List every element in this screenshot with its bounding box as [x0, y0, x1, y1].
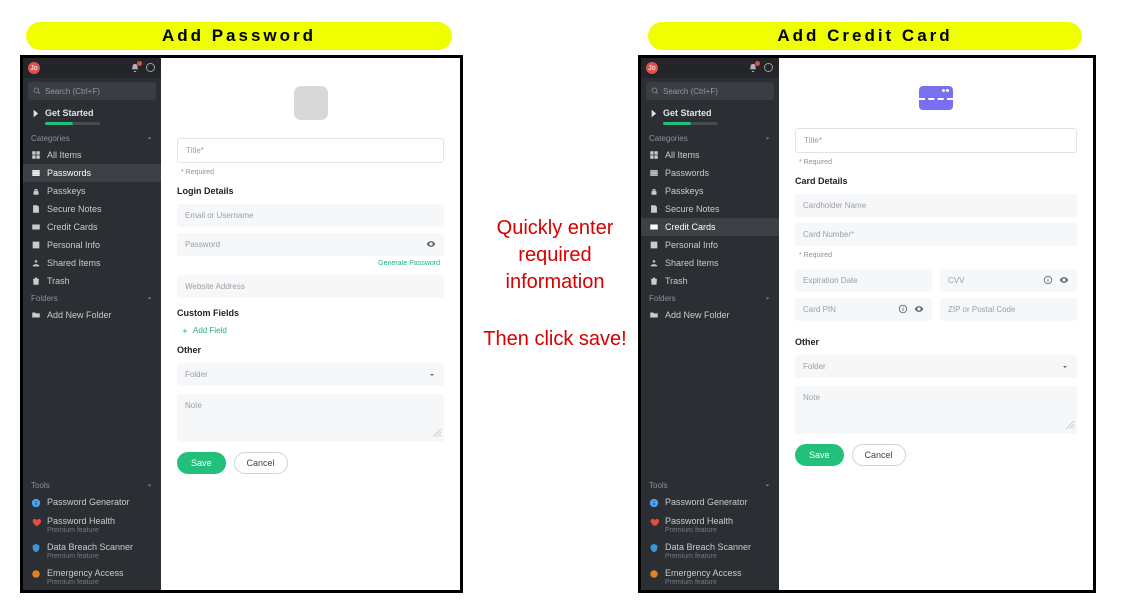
- avatar[interactable]: Jo: [646, 62, 658, 74]
- progress-bar: [663, 122, 718, 125]
- notifications-icon[interactable]: [748, 63, 758, 73]
- password-field[interactable]: Password: [177, 233, 444, 256]
- folders-header[interactable]: Folders: [23, 290, 161, 306]
- tool-emergency[interactable]: Emergency AccessPremium feature: [23, 564, 161, 590]
- tool-password-generator[interactable]: Password Generator: [23, 493, 161, 512]
- title-field[interactable]: Title*: [177, 138, 444, 163]
- tool-password-generator[interactable]: Password Generator: [641, 493, 779, 512]
- panel-title-left: Add Password: [26, 22, 452, 50]
- tool-data-breach[interactable]: Data Breach ScannerPremium feature: [23, 538, 161, 564]
- sidebar-item-shared-items[interactable]: Shared Items: [641, 254, 779, 272]
- sidebar: Jo Search (Ctrl+F) Get Started: [23, 58, 161, 590]
- expiration-field[interactable]: Expiration Date: [795, 269, 932, 292]
- tools-header[interactable]: Tools: [641, 477, 779, 493]
- tool-data-breach[interactable]: Data Breach ScannerPremium feature: [641, 538, 779, 564]
- other-header: Other: [177, 345, 444, 355]
- password-form: Title* * Required Login Details Email or…: [161, 58, 460, 590]
- website-field[interactable]: Website Address: [177, 275, 444, 298]
- folders-header[interactable]: Folders: [641, 290, 779, 306]
- add-field-button[interactable]: Add Field: [181, 326, 444, 335]
- eye-icon[interactable]: [1059, 275, 1069, 287]
- info-icon[interactable]: [898, 304, 908, 316]
- sidebar-item-passkeys[interactable]: Passkeys: [23, 182, 161, 200]
- required-note: * Required: [181, 169, 444, 176]
- get-started-link[interactable]: Get Started: [23, 104, 161, 122]
- sidebar-item-all-items[interactable]: All Items: [641, 146, 779, 164]
- custom-fields-header: Custom Fields: [177, 308, 444, 318]
- sidebar-item-secure-notes[interactable]: Secure Notes: [641, 200, 779, 218]
- notifications-icon[interactable]: [130, 63, 140, 73]
- folder-dropdown[interactable]: Folder: [795, 355, 1077, 378]
- eye-icon[interactable]: [914, 304, 924, 316]
- avatar[interactable]: Jo: [28, 62, 40, 74]
- cvv-field[interactable]: CVV: [940, 269, 1077, 292]
- card-details-header: Card Details: [795, 176, 1077, 186]
- tool-password-health[interactable]: Password HealthPremium feature: [641, 512, 779, 538]
- zip-field[interactable]: ZIP or Postal Code: [940, 298, 1077, 321]
- search-input[interactable]: Search (Ctrl+F): [646, 82, 774, 100]
- sidebar-item-secure-notes[interactable]: Secure Notes: [23, 200, 161, 218]
- other-header: Other: [795, 337, 1077, 347]
- sidebar-item-credit-cards[interactable]: Credit Cards: [641, 218, 779, 236]
- card-form: Title* * Required Card Details Cardholde…: [779, 58, 1093, 590]
- progress-bar: [45, 122, 100, 125]
- cancel-button[interactable]: Cancel: [852, 444, 906, 466]
- sidebar-item-passwords[interactable]: Passwords: [641, 164, 779, 182]
- card-number-field[interactable]: Card Number*: [795, 223, 1077, 246]
- tools-header[interactable]: Tools: [23, 477, 161, 493]
- eye-icon[interactable]: [426, 239, 436, 251]
- cancel-button[interactable]: Cancel: [234, 452, 288, 474]
- sidebar-item-personal-info[interactable]: Personal Info: [641, 236, 779, 254]
- credit-card-icon: [919, 86, 953, 110]
- categories-header[interactable]: Categories: [641, 130, 779, 146]
- sidebar-item-passwords[interactable]: Passwords: [23, 164, 161, 182]
- save-button[interactable]: Save: [795, 444, 844, 466]
- sidebar-item-passkeys[interactable]: Passkeys: [641, 182, 779, 200]
- login-details-header: Login Details: [177, 186, 444, 196]
- resize-grip-icon[interactable]: [1066, 421, 1074, 431]
- sidebar-item-shared-items[interactable]: Shared Items: [23, 254, 161, 272]
- categories-header[interactable]: Categories: [23, 130, 161, 146]
- get-started-link[interactable]: Get Started: [641, 104, 779, 122]
- required-note: * Required: [799, 252, 1077, 259]
- sidebar-item-add-folder[interactable]: Add New Folder: [23, 306, 161, 324]
- sidebar-item-trash[interactable]: Trash: [641, 272, 779, 290]
- generate-password-link[interactable]: Generate Password: [177, 260, 440, 267]
- add-password-panel: Jo Search (Ctrl+F) Get Started: [20, 55, 463, 593]
- sidebar-item-add-folder[interactable]: Add New Folder: [641, 306, 779, 324]
- title-field[interactable]: Title*: [795, 128, 1077, 153]
- sidebar: Jo Search (Ctrl+F) Get Started: [641, 58, 779, 590]
- tool-password-health[interactable]: Password HealthPremium feature: [23, 512, 161, 538]
- required-note: * Required: [799, 159, 1077, 166]
- note-field[interactable]: Note: [177, 394, 444, 442]
- folder-dropdown[interactable]: Folder: [177, 363, 444, 386]
- add-credit-card-panel: Jo Search (Ctrl+F) Get Started: [638, 55, 1096, 593]
- note-field[interactable]: Note: [795, 386, 1077, 434]
- item-icon-placeholder: [294, 86, 328, 120]
- instruction-text: Quickly enter required information Then …: [475, 215, 635, 353]
- sidebar-item-all-items[interactable]: All Items: [23, 146, 161, 164]
- resize-grip-icon[interactable]: [433, 429, 441, 439]
- settings-wheel-icon[interactable]: [763, 62, 774, 75]
- sidebar-item-trash[interactable]: Trash: [23, 272, 161, 290]
- settings-wheel-icon[interactable]: [145, 62, 156, 75]
- tool-emergency[interactable]: Emergency AccessPremium feature: [641, 564, 779, 590]
- save-button[interactable]: Save: [177, 452, 226, 474]
- info-icon[interactable]: [1043, 275, 1053, 287]
- panel-title-right: Add Credit Card: [648, 22, 1082, 50]
- email-field[interactable]: Email or Username: [177, 204, 444, 227]
- card-pin-field[interactable]: Card PIN: [795, 298, 932, 321]
- sidebar-item-personal-info[interactable]: Personal Info: [23, 236, 161, 254]
- sidebar-item-credit-cards[interactable]: Credit Cards: [23, 218, 161, 236]
- search-input[interactable]: Search (Ctrl+F): [28, 82, 156, 100]
- cardholder-field[interactable]: Cardholder Name: [795, 194, 1077, 217]
